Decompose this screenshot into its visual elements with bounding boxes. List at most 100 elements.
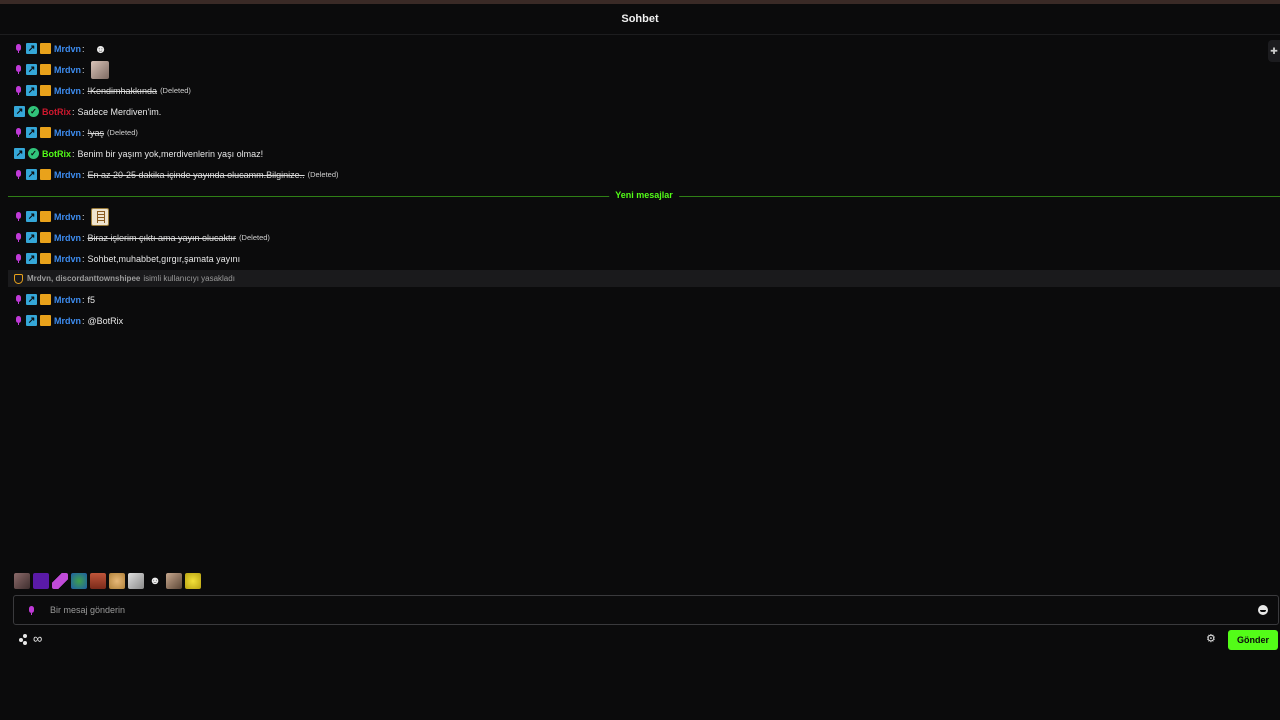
emote-5-icon[interactable]	[90, 573, 106, 589]
bot-icon: ✓	[28, 106, 39, 117]
moderation-names[interactable]: Mrdvn, discordanttownshipee	[27, 274, 140, 283]
quick-emote-bar: ☻	[14, 573, 201, 589]
microphone-icon	[14, 253, 23, 264]
chat-footer: ∞ ⚙ Gönder	[0, 628, 1280, 652]
chat-message[interactable]: ↗ Mrdvn:	[0, 59, 1280, 80]
username[interactable]: Mrdvn	[54, 86, 81, 96]
message-text: @BotRix	[87, 315, 124, 326]
chat-message[interactable]: ↗ Mrdvn: Sohbet,muhabbet,gırgır,şamata y…	[0, 248, 1280, 269]
verified-icon: ↗	[26, 85, 37, 96]
emote-10-icon[interactable]	[185, 573, 201, 589]
message-colon: :	[82, 315, 85, 326]
chat-message[interactable]: ↗ Mrdvn: f5	[0, 289, 1280, 310]
username[interactable]: Mrdvn	[54, 233, 81, 243]
chat-message[interactable]: ↗ Mrdvn: ☻	[0, 38, 1280, 59]
username[interactable]: Mrdvn	[54, 295, 81, 305]
infinity-icon[interactable]: ∞	[33, 631, 42, 646]
heart-emote-icon[interactable]	[109, 573, 125, 589]
username[interactable]: Mrdvn	[54, 44, 81, 54]
crown-icon	[40, 127, 51, 138]
new-messages-divider: Yeni mesajlar	[8, 190, 1280, 201]
bot-icon: ✓	[28, 148, 39, 159]
username[interactable]: BotRix	[42, 107, 71, 117]
emote-1-icon[interactable]	[14, 573, 30, 589]
ghost-emote-icon: ☻	[94, 41, 107, 56]
username[interactable]: BotRix	[42, 149, 71, 159]
crown-icon	[40, 64, 51, 75]
verified-icon: ↗	[26, 294, 37, 305]
verified-icon: ↗	[14, 106, 25, 117]
message-colon: :	[82, 253, 85, 264]
chat-messages: ↗ Mrdvn: ☻ ↗ Mrdvn: ↗ Mrdvn: !Kendimhakk…	[0, 38, 1280, 331]
chat-message[interactable]: ↗ ✓ BotRix: Benim bir yaşım yok,merdiven…	[0, 143, 1280, 164]
username[interactable]: Mrdvn	[54, 254, 81, 264]
deleted-message-text: !yaş	[87, 127, 105, 138]
verified-icon: ↗	[26, 127, 37, 138]
gear-icon[interactable]: ⚙	[1206, 632, 1216, 645]
moderation-notice: Mrdvn, discordanttownshipee isimli kulla…	[8, 270, 1280, 287]
cat-emote-icon	[90, 60, 109, 79]
chat-title: Sohbet	[621, 13, 659, 25]
username[interactable]: Mrdvn	[54, 65, 81, 75]
chat-message[interactable]: ↗ Mrdvn: @BotRix	[0, 310, 1280, 331]
message-text: Sohbet,muhabbet,gırgır,şamata yayını	[87, 253, 241, 264]
microphone-icon	[14, 64, 23, 75]
microphone-icon	[14, 43, 23, 54]
message-input[interactable]	[48, 599, 1258, 621]
message-colon: :	[82, 232, 85, 243]
crown-icon	[40, 253, 51, 264]
message-colon: :	[72, 148, 75, 159]
deleted-label: (Deleted)	[239, 233, 270, 242]
verified-icon: ↗	[26, 169, 37, 180]
message-colon: :	[82, 85, 85, 96]
emote-4-icon[interactable]	[71, 573, 87, 589]
chat-message[interactable]: ↗ Mrdvn: En az 20-25 dakika içinde yayın…	[0, 164, 1280, 185]
username[interactable]: Mrdvn	[54, 212, 81, 222]
microphone-icon	[14, 315, 23, 326]
microphone-icon	[14, 211, 23, 222]
username[interactable]: Mrdvn	[54, 128, 81, 138]
message-colon: :	[82, 43, 85, 54]
username[interactable]: Mrdvn	[54, 170, 81, 180]
new-messages-label: Yeni mesajlar	[609, 190, 679, 200]
emote-3-icon[interactable]	[52, 573, 68, 589]
emote-9-icon[interactable]	[166, 573, 182, 589]
microphone-icon	[14, 169, 23, 180]
chat-message[interactable]: ↗ ✓ BotRix: Sadece Merdiven'im.	[0, 101, 1280, 122]
message-text: Benim bir yaşım yok,merdivenlerin yaşı o…	[77, 148, 264, 159]
microphone-icon	[14, 294, 23, 305]
emoji-icon[interactable]	[1258, 605, 1268, 615]
message-colon: :	[82, 211, 85, 222]
crown-icon	[40, 211, 51, 222]
verified-icon: ↗	[26, 232, 37, 243]
crown-icon	[40, 169, 51, 180]
deleted-message-text: En az 20-25 dakika içinde yayında olucam…	[87, 169, 305, 180]
deleted-message-text: !Kendimhakkında	[87, 85, 158, 96]
emote-7-icon[interactable]	[128, 573, 144, 589]
message-colon: :	[82, 169, 85, 180]
crown-icon	[40, 232, 51, 243]
verified-icon: ↗	[26, 43, 37, 54]
chat-message[interactable]: ↗ Mrdvn: Biraz işlerim çıktı ama yayın o…	[0, 227, 1280, 248]
ladder-emote-icon	[90, 207, 109, 226]
ghost-emote-icon[interactable]: ☻	[147, 573, 163, 589]
verified-icon: ↗	[26, 253, 37, 264]
deleted-label: (Deleted)	[107, 128, 138, 137]
username[interactable]: Mrdvn	[54, 316, 81, 326]
crown-icon	[40, 294, 51, 305]
dots-icon[interactable]	[19, 634, 31, 646]
deleted-label: (Deleted)	[307, 170, 339, 179]
send-button[interactable]: Gönder	[1228, 630, 1278, 650]
deleted-label: (Deleted)	[160, 86, 191, 95]
chat-message[interactable]: ↗ Mrdvn: !yaş (Deleted)	[0, 122, 1280, 143]
verified-icon: ↗	[26, 315, 37, 326]
microphone-icon	[27, 605, 36, 616]
verified-icon: ↗	[26, 211, 37, 222]
emote-2-icon[interactable]	[33, 573, 49, 589]
message-input-container	[13, 595, 1279, 625]
deleted-message-text: Biraz işlerim çıktı ama yayın olucaktır	[87, 232, 237, 243]
chat-message[interactable]: ↗ Mrdvn:	[0, 206, 1280, 227]
message-colon: :	[82, 127, 85, 138]
chat-message[interactable]: ↗ Mrdvn: !Kendimhakkında (Deleted)	[0, 80, 1280, 101]
message-text: f5	[87, 294, 96, 305]
